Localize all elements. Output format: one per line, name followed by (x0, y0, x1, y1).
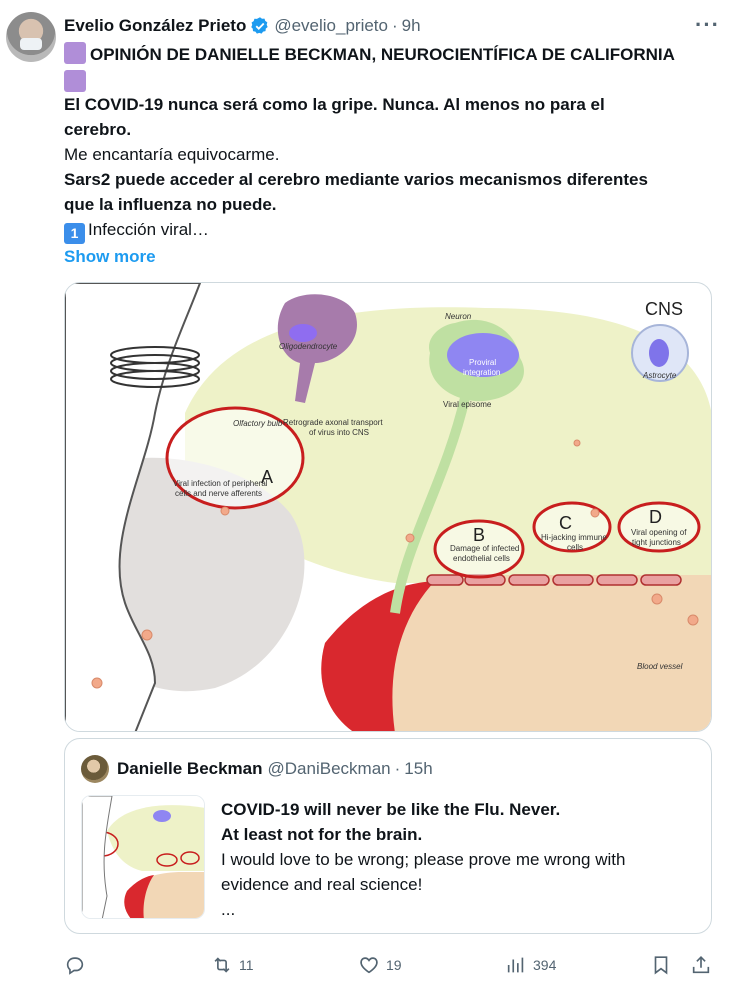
heart-icon (360, 957, 378, 974)
retweet-button[interactable]: 11 (211, 948, 254, 982)
label-c-text-1: Hi-jacking immune (541, 533, 607, 542)
tweet-line-4: Me encantaría equivocarme. (64, 145, 280, 164)
label-c-text-2: cells (567, 543, 583, 552)
show-more-link[interactable]: Show more (64, 244, 724, 269)
tweet-line-3: cerebro. (64, 120, 132, 139)
retweet-icon (214, 957, 230, 973)
share-button[interactable] (690, 948, 712, 982)
more-options-icon[interactable]: ··· (695, 12, 720, 38)
tweet-line-emoji (64, 67, 724, 92)
oligodendrocyte-nucleus (289, 324, 317, 342)
quoted-author-handle: @DaniBeckman (267, 759, 391, 778)
tweet-line-6: que la influenza no puede. (64, 195, 277, 214)
keycap-one-emoji-icon: 1 (64, 223, 85, 244)
tweet-line-2: El COVID-19 nunca será como la gripe. Nu… (64, 95, 605, 114)
label-integration: integration (463, 368, 500, 377)
label-a: A (261, 467, 273, 487)
like-button[interactable]: 19 (358, 948, 402, 982)
label-b: B (473, 525, 485, 545)
truncated-text: Infección viral… (88, 220, 209, 239)
label-olfactory-bulb: Olfactory bulb (233, 419, 283, 428)
reply-icon (66, 957, 84, 975)
author-handle[interactable]: @evelio_prieto (274, 16, 388, 36)
label-c: C (559, 513, 572, 533)
action-bar: 11 19 394 (64, 948, 724, 982)
label-proviral: Proviral (469, 358, 496, 367)
purple-square-emoji-icon (64, 70, 86, 92)
tweet-line-5: Sars2 puede acceder al cerebro mediante … (64, 170, 648, 189)
label-astrocyte: Astrocyte (642, 371, 677, 380)
quoted-tweet-thumbnail (81, 795, 205, 919)
tweet-line-7: 1 Infección viral… (64, 217, 724, 244)
tweet-time[interactable]: 9h (402, 16, 421, 36)
reply-button[interactable] (64, 948, 92, 982)
share-icon (692, 956, 710, 974)
author-name[interactable]: Evelio González Prieto (64, 16, 246, 36)
views-button[interactable]: 394 (505, 948, 556, 982)
label-d-text-2: tight junctions (632, 538, 681, 547)
quoted-line-4: evidence and real science! (221, 875, 423, 894)
headline-text: OPINIÓN DE DANIELLE BECKMAN, NEUROCIENTÍ… (90, 45, 675, 64)
label-oligodendrocyte: Oligodendrocyte (279, 342, 338, 351)
tweet-header: Evelio González Prieto @evelio_prieto · … (64, 12, 720, 38)
label-b-text-2: endothelial cells (453, 554, 510, 563)
retweet-count: 11 (239, 957, 254, 973)
label-a-text-2: cells and nerve afferents (175, 489, 262, 498)
author-avatar[interactable] (6, 12, 56, 62)
label-cns: CNS (645, 299, 683, 319)
astrocyte-nucleus (649, 339, 669, 367)
quoted-tweet[interactable]: Danielle Beckman @DaniBeckman · 15h COVI… (64, 738, 712, 934)
label-blood-vessel: Blood vessel (637, 662, 683, 671)
quoted-tweet-time: 15h (404, 759, 433, 778)
tweet-text: OPINIÓN DE DANIELLE BECKMAN, NEUROCIENTÍ… (64, 42, 724, 269)
quoted-author-avatar (81, 755, 109, 783)
label-neuron: Neuron (445, 312, 472, 321)
like-count: 19 (386, 957, 402, 973)
label-retrograde-1: Retrograde axonal transport (283, 418, 383, 427)
bookmark-button[interactable] (650, 948, 672, 982)
views-bar-chart-icon (507, 957, 524, 973)
quoted-author-name: Danielle Beckman (117, 759, 263, 778)
label-d-text-1: Viral opening of (631, 528, 687, 537)
quoted-line-2: At least not for the brain. (221, 825, 423, 844)
separator-dot: · (391, 16, 398, 35)
label-b-text-1: Damage of infected (450, 544, 519, 553)
verified-badge-icon (251, 17, 268, 34)
face-mask-graphic (20, 38, 42, 50)
brain-infection-diagram: Neuron Oligodendrocyte Proviral integrat… (65, 283, 711, 731)
label-d: D (649, 507, 662, 527)
label-a-text-1: Viral infection of peripheral (173, 479, 268, 488)
label-retrograde-2: of virus into CNS (309, 428, 369, 437)
views-count: 394 (533, 957, 557, 973)
quoted-tweet-header: Danielle Beckman @DaniBeckman · 15h (81, 755, 433, 783)
quoted-line-1: COVID-19 will never be like the Flu. Nev… (221, 800, 561, 819)
tweet-line-1: OPINIÓN DE DANIELLE BECKMAN, NEUROCIENTÍ… (64, 42, 724, 67)
quoted-tweet-text: COVID-19 will never be like the Flu. Nev… (221, 797, 691, 922)
label-viral-episome: Viral episome (443, 400, 492, 409)
quoted-line-5: ... (221, 900, 236, 919)
purple-square-emoji-icon (64, 42, 86, 64)
quoted-line-3: I would love to be wrong; please prove m… (221, 850, 626, 869)
bookmark-icon (654, 956, 668, 975)
separator-dot: · (394, 759, 401, 778)
tweet-media-image[interactable]: Neuron Oligodendrocyte Proviral integrat… (64, 282, 712, 732)
